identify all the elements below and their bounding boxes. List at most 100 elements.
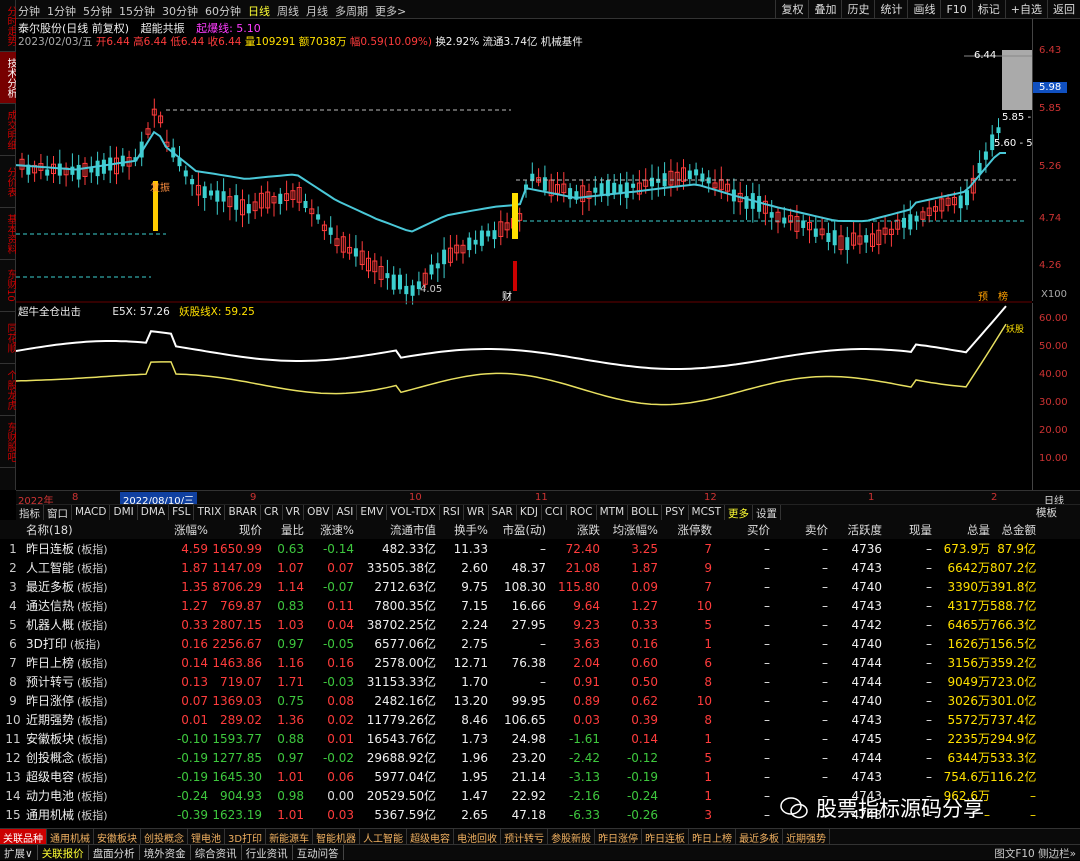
table-row[interactable]: 12 创投概念 (板指) -0.19 1277.85 0.97 -0.02 29688.92亿…: [0, 748, 1080, 767]
table-row[interactable]: 5 机器人概 (板指) 0.33 2807.15 1.03 0.04 38702.25亿 2.2…: [0, 615, 1080, 634]
left-tab[interactable]: 成交明细: [0, 104, 16, 156]
table-row[interactable]: 4 通达信热 (板指) 1.27 769.87 0.83 0.11 7800.35亿 7.15 1…: [0, 596, 1080, 615]
column-header[interactable]: 名称(18): [26, 522, 156, 538]
period-option[interactable]: 周线: [277, 5, 299, 18]
period-option[interactable]: 分钟: [18, 5, 40, 18]
status-tab[interactable]: 盘面分析: [89, 845, 140, 860]
sector-tab[interactable]: 昨日连板: [642, 829, 690, 845]
period-option[interactable]: 60分钟: [205, 5, 241, 18]
toolbar-button[interactable]: F10: [940, 0, 971, 19]
period-option[interactable]: 日线: [248, 5, 270, 18]
sector-tab[interactable]: 近期强势: [783, 829, 831, 845]
table-row[interactable]: 7 昨日上榜 (板指) 0.14 1463.86 1.16 0.16 2578.00亿 12.7…: [0, 653, 1080, 672]
status-tab[interactable]: 境外资金: [140, 845, 191, 860]
indicator-tab[interactable]: OBV: [304, 505, 334, 520]
period-option[interactable]: 月线: [306, 5, 328, 18]
sector-tab[interactable]: 新能源车: [266, 829, 314, 845]
column-header[interactable]: 卖价: [770, 522, 828, 538]
sector-tab[interactable]: 3D打印: [225, 829, 267, 845]
indicator-tab[interactable]: SAR: [489, 505, 517, 520]
period-option[interactable]: 30分钟: [162, 5, 198, 18]
toolbar-button[interactable]: +自选: [1004, 0, 1047, 19]
table-row[interactable]: 3 最近多板 (板指) 1.35 8706.29 1.14 -0.07 2712.63亿 9.7…: [0, 577, 1080, 596]
sector-tab[interactable]: 创投概念: [141, 829, 188, 845]
status-tab[interactable]: 综合资讯: [191, 845, 242, 860]
table-row[interactable]: 6 3D打印 (板指) 0.16 2256.67 0.97 -0.05 6577.06亿 2.7…: [0, 634, 1080, 653]
sector-tab[interactable]: 电池回收: [454, 829, 502, 845]
left-tab[interactable]: 东财10: [0, 260, 16, 312]
status-tab[interactable]: 扩展∨: [0, 845, 38, 860]
indicator-tab[interactable]: 设置: [753, 505, 782, 520]
table-row[interactable]: 9 昨日涨停 (板指) 0.07 1369.03 0.75 0.08 2482.16亿 13.2…: [0, 691, 1080, 710]
indicator-tab[interactable]: DMA: [138, 505, 170, 520]
indicator-tab[interactable]: MTM: [597, 505, 629, 520]
column-header[interactable]: 买价: [712, 522, 770, 538]
indicator-tab[interactable]: PSY: [662, 505, 689, 520]
table-row[interactable]: 11 安徽板块 (板指) -0.10 1593.77 0.88 0.01 16543.76亿 1…: [0, 729, 1080, 748]
period-option[interactable]: 1分钟: [47, 5, 76, 18]
table-row[interactable]: 10 近期强势 (板指) 0.01 289.02 1.36 0.02 11779.26亿 8.4…: [0, 710, 1080, 729]
sector-tab[interactable]: 人工智能: [360, 829, 408, 845]
period-option[interactable]: 更多>: [375, 5, 406, 18]
indicator-tab[interactable]: CCI: [542, 505, 567, 520]
table-row[interactable]: 13 超级电容 (板指) -0.19 1645.30 1.01 0.06 5977.04亿 1.…: [0, 767, 1080, 786]
left-tab[interactable]: 分时走势: [0, 0, 16, 52]
column-header[interactable]: 涨停数: [658, 522, 713, 538]
sector-tab[interactable]: 安徽板块: [94, 829, 141, 845]
column-header[interactable]: 活跃度: [828, 522, 883, 538]
column-header[interactable]: 现量: [882, 522, 932, 538]
indicator-tab[interactable]: CR: [261, 505, 283, 520]
indicator-tab[interactable]: KDJ: [517, 505, 542, 520]
side-panel-toggle[interactable]: 图文F10 侧边栏»: [994, 846, 1076, 861]
column-header[interactable]: 换手%: [436, 522, 488, 538]
left-tab[interactable]: 基本资料: [0, 208, 16, 260]
table-row[interactable]: 8 预计转亏 (板指) 0.13 719.07 1.71 -0.03 31153.33亿 1.7…: [0, 672, 1080, 691]
column-header[interactable]: 流通市值: [354, 522, 436, 538]
left-tab[interactable]: 同花顺: [0, 312, 16, 364]
indicator-tab[interactable]: ASI: [333, 505, 358, 520]
indicator-tab[interactable]: MACD: [72, 505, 111, 520]
column-header[interactable]: 涨跌: [546, 522, 600, 538]
column-header[interactable]: 量比: [262, 522, 304, 538]
status-tab[interactable]: 互动问答: [293, 845, 344, 860]
indicator-tab[interactable]: ROC: [567, 505, 597, 520]
indicator-tab[interactable]: BOLL: [628, 505, 663, 520]
left-tab[interactable]: 分价表: [0, 156, 16, 208]
indicator-tab[interactable]: VOL-TDX: [387, 505, 440, 520]
sector-tab[interactable]: 通用机械: [47, 829, 94, 845]
toolbar-button[interactable]: 历史: [841, 0, 874, 19]
template-button[interactable]: 模板: [1036, 505, 1057, 520]
sector-tab[interactable]: 锂电池: [188, 829, 225, 845]
sector-tab[interactable]: 超级电容: [407, 829, 455, 845]
toolbar-button[interactable]: 标记: [971, 0, 1005, 19]
sector-tab[interactable]: 昨日上榜: [689, 829, 737, 845]
sector-tab[interactable]: 昨日涨停: [595, 829, 643, 845]
indicator-tab[interactable]: DMI: [110, 505, 138, 520]
status-tab[interactable]: 关联报价: [38, 845, 89, 860]
toolbar-button[interactable]: 叠加: [808, 0, 841, 19]
sector-tab[interactable]: 参股新股: [548, 829, 596, 845]
table-row[interactable]: 2 人工智能 (板指) 1.87 1147.09 1.07 0.07 33505.38亿 2.6…: [0, 558, 1080, 577]
indicator-tab[interactable]: EMV: [357, 505, 388, 520]
column-header[interactable]: 市盈(动): [488, 522, 546, 538]
period-option[interactable]: 15分钟: [119, 5, 155, 18]
kline-chart[interactable]: 6.44 5.85 - 5.60 - 5. 4.05 预 榜 财 发振妖股: [16, 46, 1032, 490]
sector-tab[interactable]: 智能机器: [313, 829, 361, 845]
column-header[interactable]: 总金额: [990, 522, 1037, 538]
sector-tab[interactable]: 最近多板: [736, 829, 784, 845]
table-row[interactable]: 1 昨日连板 (板指) 4.59 1650.99 0.63 -0.14 482.33亿 11.3…: [0, 539, 1080, 558]
indicator-tab[interactable]: FSL: [169, 505, 195, 520]
period-option[interactable]: 5分钟: [83, 5, 112, 18]
indicator-tab[interactable]: TRIX: [194, 505, 226, 520]
left-tab[interactable]: 个股龙虎: [0, 364, 16, 416]
toolbar-button[interactable]: 返回: [1047, 0, 1080, 19]
toolbar-button[interactable]: 画线: [907, 0, 940, 19]
indicator-tab[interactable]: 窗口: [44, 505, 72, 520]
indicator-tab[interactable]: MCST: [689, 505, 726, 520]
left-tab[interactable]: 东财股吧: [0, 416, 16, 468]
period-option[interactable]: 多周期: [335, 5, 368, 18]
left-tab[interactable]: 技术分析: [0, 52, 16, 104]
status-tab[interactable]: 行业资讯: [242, 845, 293, 860]
column-header[interactable]: 涨幅%: [156, 522, 208, 538]
indicator-tab[interactable]: 指标: [16, 505, 44, 520]
